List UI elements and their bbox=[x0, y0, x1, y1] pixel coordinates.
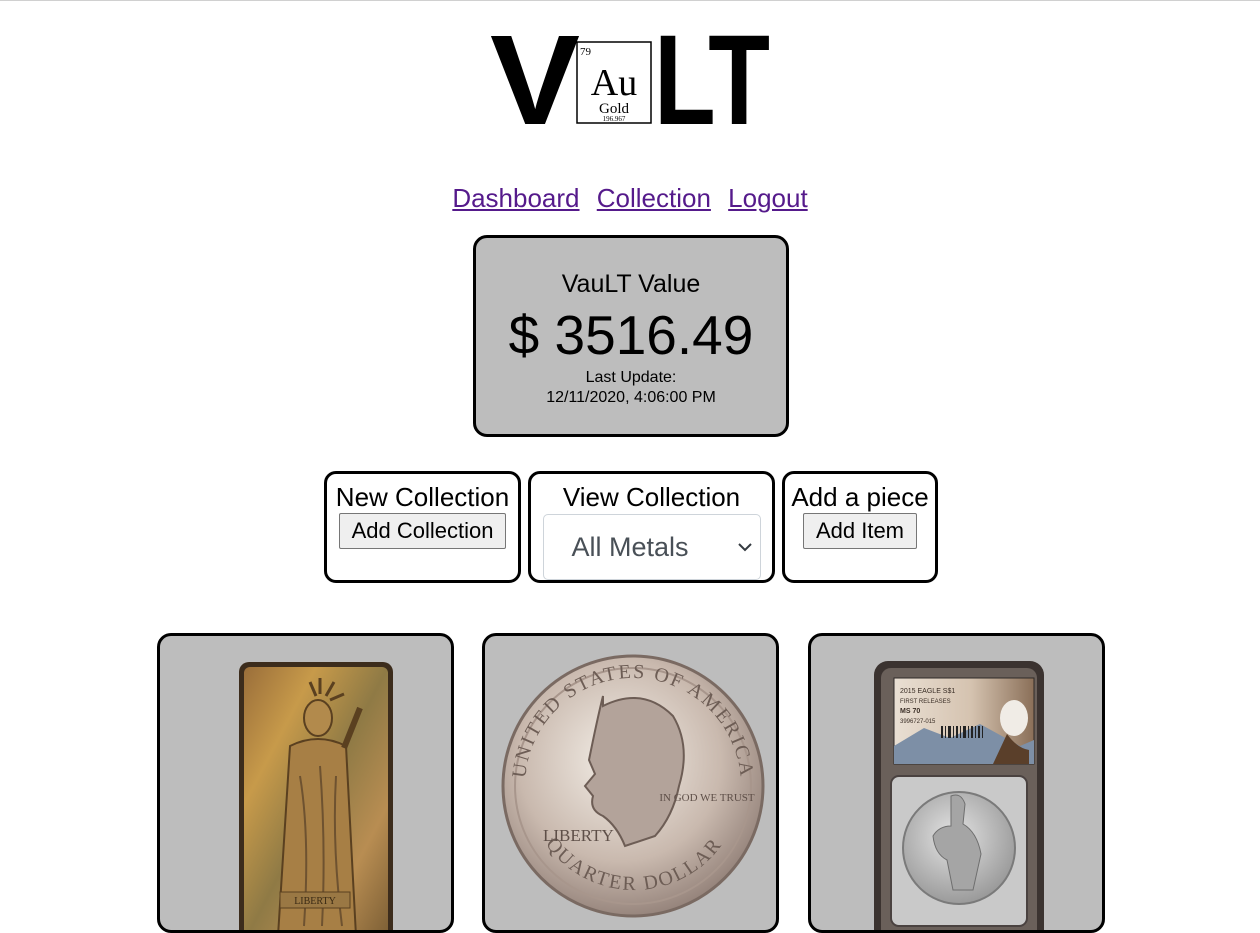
slab-label-line4: 3996727-015 bbox=[900, 719, 936, 725]
vault-value-title: VauLT Value bbox=[561, 270, 701, 298]
vault-logo: V 79 Au Gold 196.967 LT bbox=[490, 28, 772, 128]
nav-link-logout[interactable]: Logout bbox=[728, 183, 808, 213]
add-item-button[interactable]: Add Item bbox=[802, 513, 918, 549]
item-card-liberty-bar[interactable]: LIBERTY bbox=[157, 633, 454, 933]
main-nav: Dashboard Collection Logout bbox=[0, 182, 1260, 214]
logo-element-symbol: Au bbox=[591, 62, 637, 104]
bar-engraving: LIBERTY bbox=[294, 896, 336, 907]
nav-link-collection[interactable]: Collection bbox=[597, 183, 711, 213]
logo-element-mass: 196.967 bbox=[603, 115, 626, 123]
view-collection-title: View Collection bbox=[562, 482, 741, 512]
add-piece-title: Add a piece bbox=[791, 482, 929, 512]
logo-v-letter: V bbox=[490, 28, 580, 128]
new-collection-title: New Collection bbox=[335, 482, 510, 512]
new-collection-box: New Collection Add Collection bbox=[324, 471, 521, 583]
slab-label-line3: MS 70 bbox=[900, 708, 920, 715]
coin-liberty: LIBERTY bbox=[543, 826, 614, 845]
view-collection-box: View Collection All Metals bbox=[528, 471, 775, 583]
last-update: Last Update: 12/11/2020, 4:06:00 PM bbox=[476, 368, 786, 408]
collection-select-value: All Metals bbox=[571, 532, 689, 562]
quarter-coin-image: UNITED STATES OF AMERICA QUARTER DOLLAR … bbox=[501, 654, 765, 918]
logo-lt-letters: LT bbox=[654, 28, 770, 128]
collection-select[interactable]: All Metals bbox=[542, 514, 761, 580]
vault-value-card: VauLT Value $ 3516.49 Last Update: 12/11… bbox=[473, 235, 789, 437]
item-card-silver-eagle[interactable]: 2015 EAGLE S$1 FIRST RELEASES MS 70 3996… bbox=[808, 633, 1105, 933]
last-update-label: Last Update: bbox=[585, 369, 677, 386]
vault-value-amount: $ 3516.49 bbox=[508, 304, 754, 366]
nav-link-dashboard[interactable]: Dashboard bbox=[452, 183, 579, 213]
liberty-bar-image: LIBERTY bbox=[239, 662, 393, 930]
add-piece-box: Add a piece Add Item bbox=[782, 471, 938, 583]
last-update-time: 12/11/2020, 4:06:00 PM bbox=[546, 389, 716, 406]
logo-element-number: 79 bbox=[580, 46, 592, 58]
item-card-quarter-coin[interactable]: UNITED STATES OF AMERICA QUARTER DOLLAR … bbox=[482, 633, 779, 933]
coin-motto: IN GOD WE TRUST bbox=[659, 792, 755, 804]
add-collection-button[interactable]: Add Collection bbox=[338, 513, 507, 549]
slab-label-line2: FIRST RELEASES bbox=[900, 699, 951, 705]
slab-label-line1: 2015 EAGLE S$1 bbox=[900, 688, 955, 695]
silver-eagle-image: 2015 EAGLE S$1 FIRST RELEASES MS 70 3996… bbox=[874, 661, 1044, 930]
chevron-down-icon bbox=[737, 543, 752, 552]
